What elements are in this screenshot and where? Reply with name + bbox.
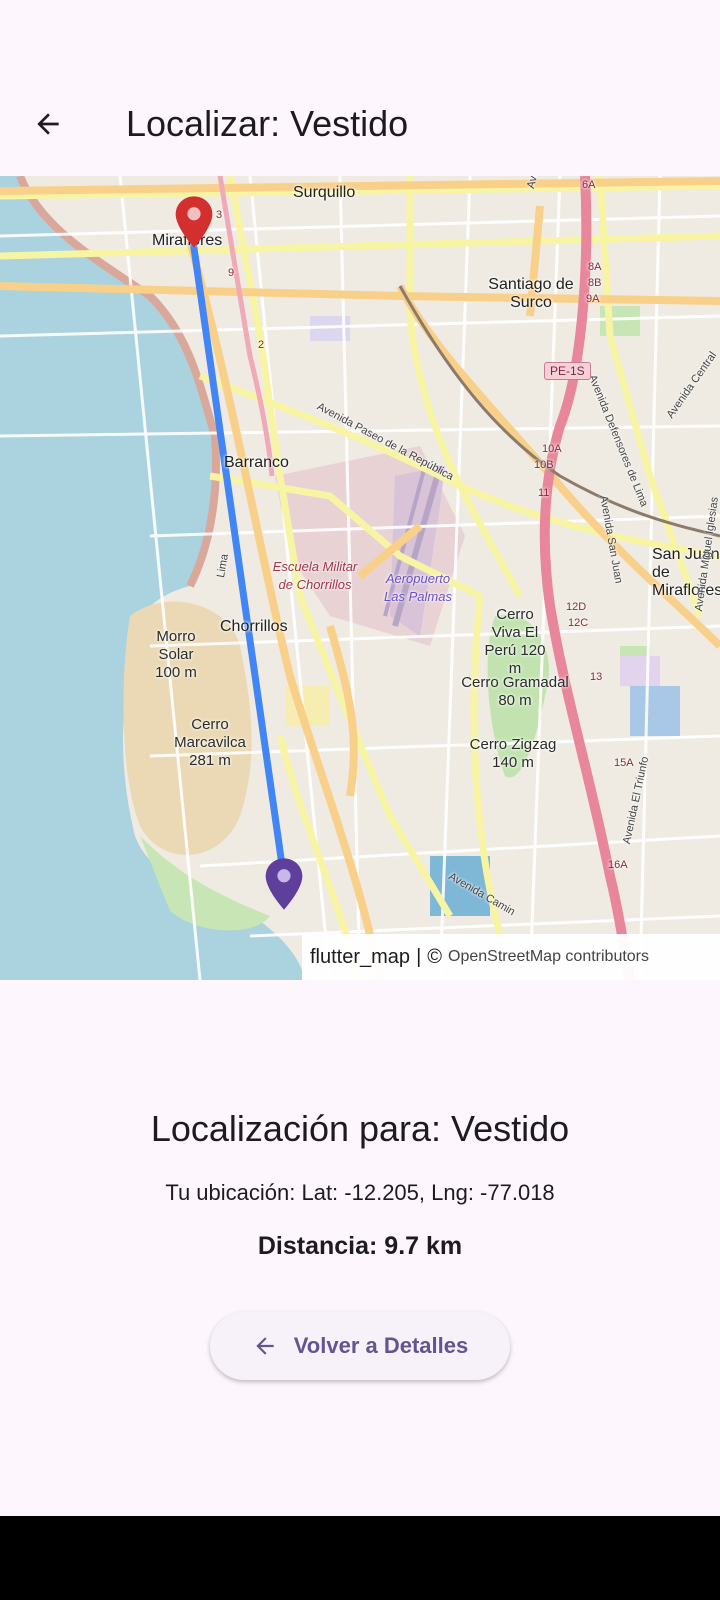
map-view[interactable]: Surquillo Miraflores Santiago de Surco B… [0,176,720,980]
arrow-left-icon [256,1337,274,1355]
exit-ref: 12C [568,617,589,629]
exit-ref: 9A [586,293,600,305]
back-to-details-button[interactable]: Volver a Detalles [210,1312,510,1380]
red-location-pin-icon[interactable] [172,194,216,250]
attribution-flutter-map: flutter_map [310,945,411,968]
purple-location-pin-icon[interactable] [262,856,306,912]
exit-ref: 9 [228,267,235,279]
arrow-left-icon [37,113,59,135]
map-label-escuela-militar: Escuela Militar de Chorrillos [272,559,358,592]
exit-ref: 10B [534,459,554,471]
exit-ref: 3 [216,209,223,221]
map-attribution[interactable]: flutter_map | © OpenStreetMap contributo… [302,934,720,980]
road-shield-pe-1s: PE-1S [544,362,591,380]
map-label-morro-solar: Morro Solar 100 m [155,628,197,681]
copyright-icon: © [427,945,443,968]
map-label-barranco: Barranco [224,454,289,471]
map-label-cerro-gramadal: Cerro Gramadal 80 m [461,674,569,709]
app-bar: Localizar: Vestido [0,0,720,176]
page-title: Localizar: Vestido [126,103,409,144]
exit-ref: 11 [538,487,550,499]
attribution-osm-link[interactable]: OpenStreetMap contributors [448,948,649,966]
distance-text: Distancia: 9.7 km [257,1232,463,1260]
map-label-santiago-de-surco: Santiago de Surco [488,276,574,311]
location-title: Localización para: Vestido [150,1108,570,1149]
map-label-cerro-viva: Cerro Viva El Perú 120 m [484,606,546,677]
user-location-text: Tu ubicación: Lat: -12.205, Lng: -77.018 [165,1180,555,1205]
system-navigation-bar [0,1516,720,1600]
map-label-chorrillos: Chorrillos [220,618,288,635]
exit-ref: 15A [614,757,634,769]
map-label-aeropuerto: Aeropuerto Las Palmas [384,571,452,604]
map-label-cerro-marcavilca: Cerro Marcavilca 281 m [174,716,246,769]
back-button[interactable] [24,100,72,148]
map-label-cerro-zigzag: Cerro Zigzag 140 m [469,736,557,771]
exit-ref: 13 [590,671,603,683]
exit-ref: 2 [258,339,265,351]
attribution-separator: | [416,945,422,968]
exit-ref: 16A [608,859,628,871]
back-to-details-label: Volver a Detalles [293,1333,469,1358]
map-label-surquillo: Surquillo [293,184,356,201]
exit-ref: 6A [582,179,596,191]
